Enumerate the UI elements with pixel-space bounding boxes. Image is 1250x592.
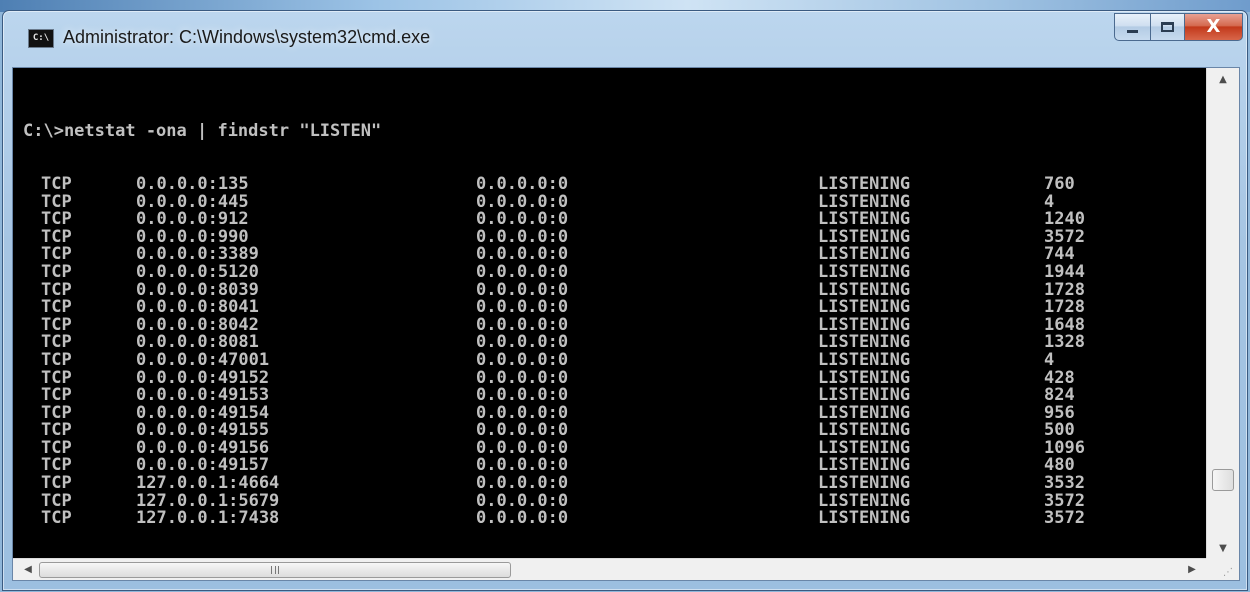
row-protocol: TCP [41,473,72,494]
netstat-row: TCP 0.0.0.0:47001 0.0.0.0:0 LISTENING 4 [23,349,1207,370]
row-protocol: TCP [41,349,72,370]
row-foreign-address: 0.0.0.0:0 [476,173,569,194]
size-grip-icon[interactable] [1206,558,1239,580]
row-protocol: TCP [41,332,72,353]
cmd-app-icon[interactable]: C:\ [28,29,54,48]
maximize-button[interactable] [1151,13,1185,41]
close-icon: X [1206,16,1221,37]
minimize-button[interactable] [1114,13,1151,41]
row-protocol: TCP [41,173,72,194]
console-client-area: C:\>netstat -ona | findstr "LISTEN" TCP 0… [12,67,1240,581]
row-state: LISTENING [818,508,911,529]
cmd-window: C:\ Administrator: C:\Windows\system32\c… [2,10,1248,591]
row-state: LISTENING [818,261,911,282]
command-line: C:\>netstat -ona | findstr "LISTEN" [23,121,382,142]
row-protocol: TCP [41,314,72,335]
row-state: LISTENING [818,173,911,194]
row-protocol: TCP [41,209,72,230]
vertical-scrollbar[interactable]: ▲ ▼ [1206,68,1239,559]
scroll-right-arrow-icon[interactable]: ▶ [1181,559,1203,580]
netstat-rows: TCP 0.0.0.0:135 0.0.0.0:0 LISTENING 760 TCP 0.… [23,173,1207,528]
row-protocol: TCP [41,279,72,300]
netstat-row: TCP 0.0.0.0:135 0.0.0.0:0 LISTENING 760 [23,173,1207,194]
row-protocol: TCP [41,490,72,511]
horizontal-scrollbar[interactable]: ◀ ▶ [13,558,1207,580]
minimize-icon [1127,29,1138,33]
console-output[interactable]: C:\>netstat -ona | findstr "LISTEN" TCP 0… [13,68,1207,559]
row-foreign-address: 0.0.0.0:0 [476,349,569,370]
row-pid: 1328 [1044,332,1085,353]
row-local-address: 127.0.0.1:7438 [136,508,280,529]
netstat-row: TCP 127.0.0.1:7438 0.0.0.0:0 LISTENING 3572 [23,510,1207,528]
row-protocol: TCP [41,455,72,476]
maximize-icon [1161,22,1174,32]
row-protocol: TCP [41,297,72,318]
row-protocol: TCP [41,261,72,282]
scroll-grip-icon [271,566,279,574]
row-pid: 1944 [1044,261,1085,282]
horizontal-scroll-thumb[interactable] [39,562,511,578]
row-protocol: TCP [41,385,72,406]
row-local-address: 0.0.0.0:135 [136,173,249,194]
netstat-row: TCP 0.0.0.0:5120 0.0.0.0:0 LISTENING 1944 [23,261,1207,282]
row-protocol: TCP [41,420,72,441]
scroll-up-arrow-icon[interactable]: ▲ [1207,68,1239,90]
title-bar[interactable]: C:\ Administrator: C:\Windows\system32\c… [3,11,1247,65]
close-button[interactable]: X [1185,13,1243,41]
row-foreign-address: 0.0.0.0:0 [476,508,569,529]
row-protocol: TCP [41,508,72,529]
vertical-scroll-thumb[interactable] [1212,469,1234,491]
row-protocol: TCP [41,191,72,212]
row-local-address: 0.0.0.0:47001 [136,349,270,370]
row-pid: 4 [1044,349,1055,370]
row-protocol: TCP [41,402,72,423]
row-foreign-address: 0.0.0.0:0 [476,261,569,282]
row-state: LISTENING [818,349,911,370]
row-protocol: TCP [41,244,72,265]
row-pid: 760 [1044,173,1075,194]
caption-buttons: X [1114,13,1243,41]
scroll-down-arrow-icon[interactable]: ▼ [1207,537,1239,559]
row-protocol: TCP [41,226,72,247]
row-protocol: TCP [41,367,72,388]
scroll-left-arrow-icon[interactable]: ◀ [17,559,39,580]
row-pid: 3572 [1044,508,1085,529]
row-protocol: TCP [41,437,72,458]
window-title: Administrator: C:\Windows\system32\cmd.e… [63,27,431,47]
row-local-address: 0.0.0.0:5120 [136,261,259,282]
